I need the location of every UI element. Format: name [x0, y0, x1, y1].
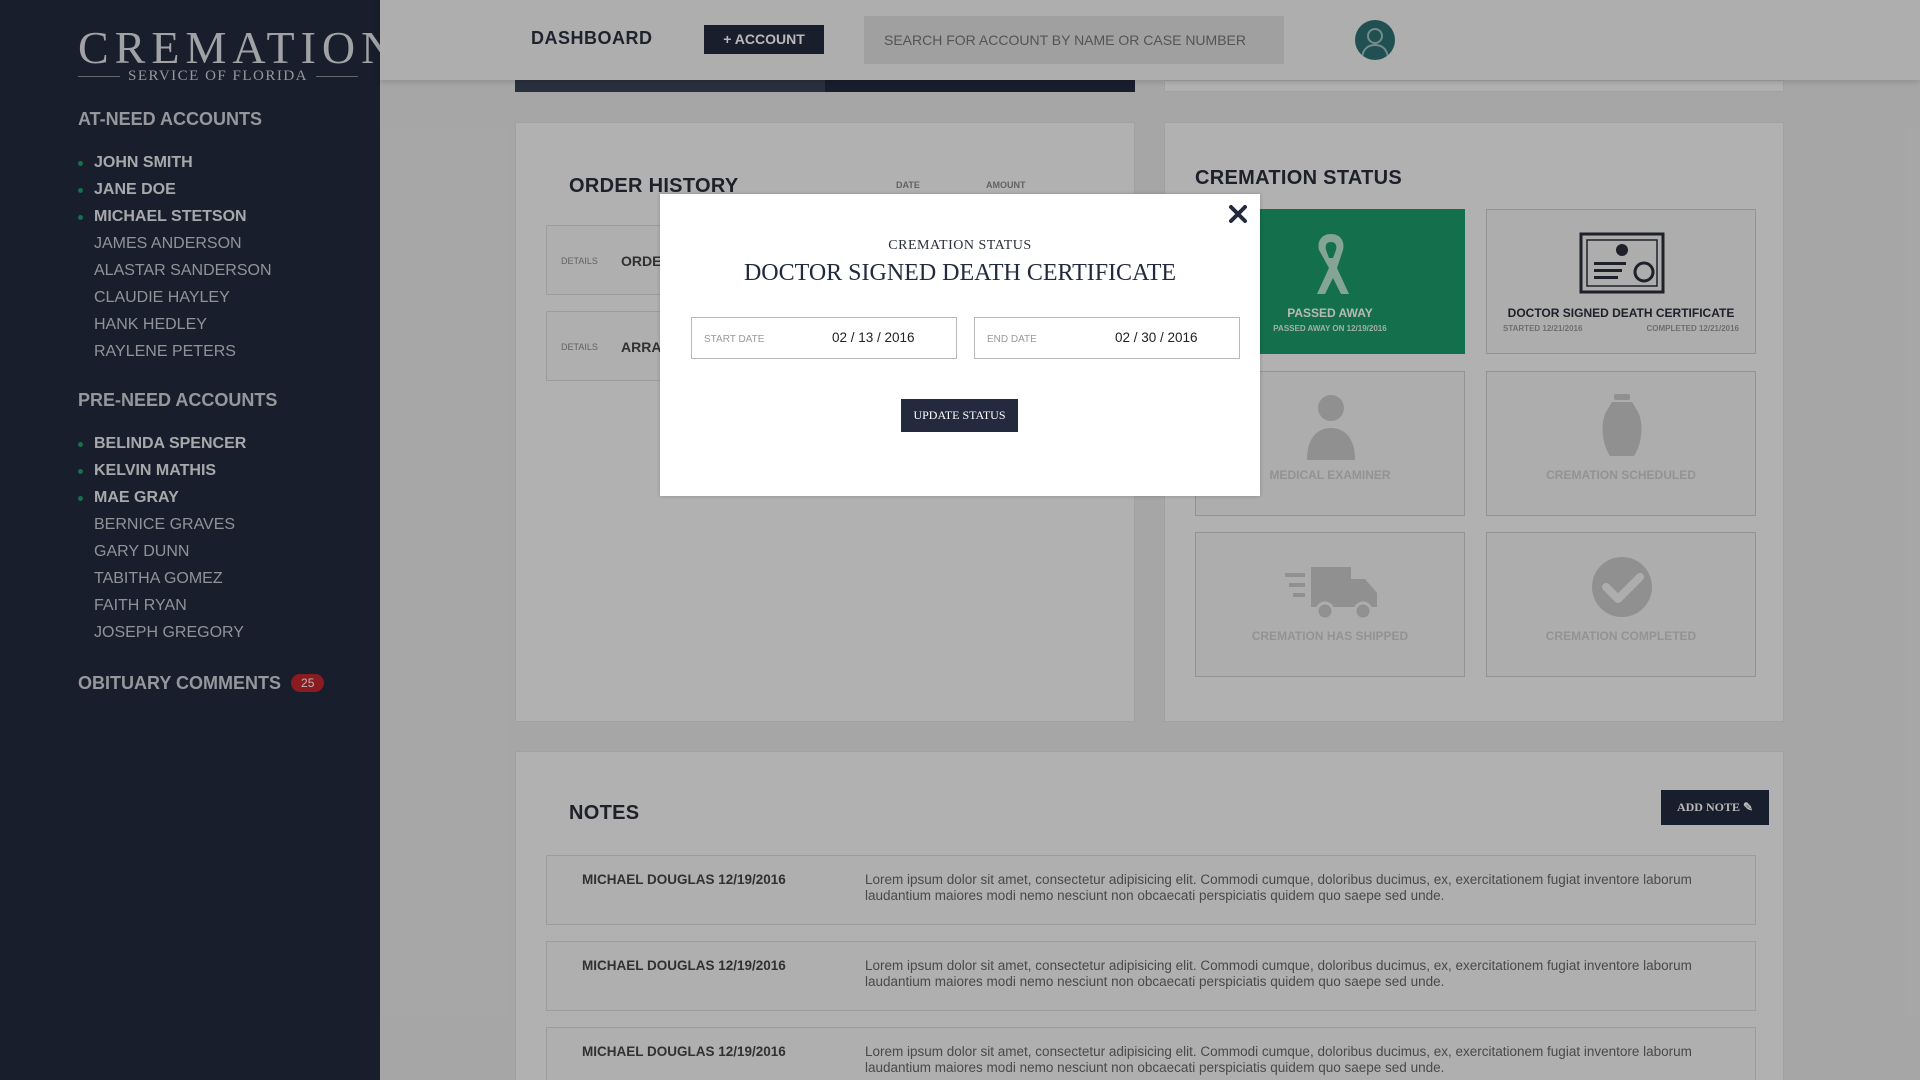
- end-date-label: END DATE: [987, 334, 1037, 345]
- close-icon[interactable]: [1226, 202, 1250, 226]
- modal-backdrop[interactable]: [0, 0, 1920, 1080]
- end-date-value: 02 / 30 / 2016: [1115, 330, 1198, 345]
- start-date-field[interactable]: START DATE 02 / 13 / 2016: [691, 317, 957, 359]
- start-date-label: START DATE: [704, 334, 765, 345]
- update-status-button[interactable]: UPDATE STATUS: [901, 399, 1018, 432]
- end-date-field[interactable]: END DATE 02 / 30 / 2016: [974, 317, 1240, 359]
- modal-subtitle: CREMATION STATUS: [888, 238, 1032, 253]
- start-date-value: 02 / 13 / 2016: [832, 330, 915, 345]
- status-modal: CREMATION STATUS DOCTOR SIGNED DEATH CER…: [660, 194, 1260, 496]
- modal-title: DOCTOR SIGNED DEATH CERTIFICATE: [743, 260, 1177, 286]
